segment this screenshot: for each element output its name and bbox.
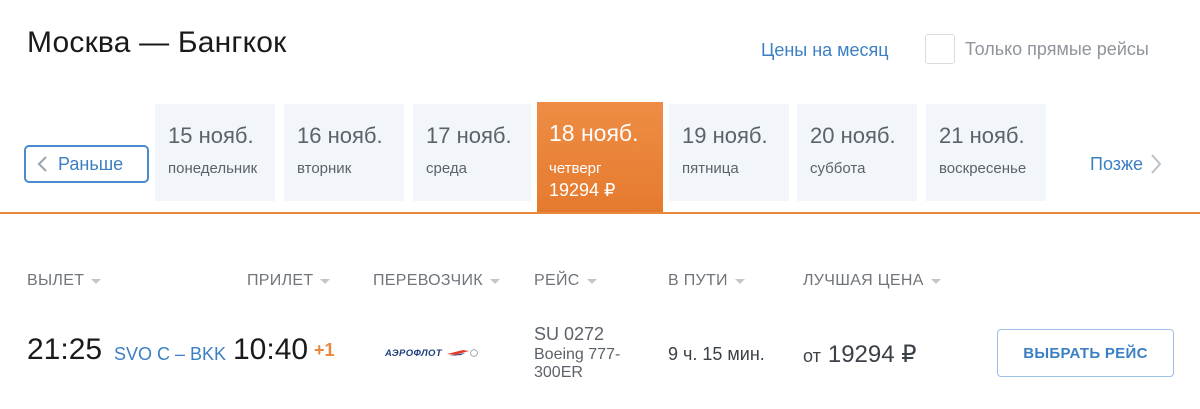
aeroflot-logo: АЭРОФЛОТ <box>385 348 478 359</box>
day-date: 15 нояб. <box>168 123 254 148</box>
aircraft-type: Boeing 777-300ER <box>534 346 621 381</box>
caret-down-icon <box>930 279 941 284</box>
day-weekday: среда <box>426 160 467 177</box>
earlier-button[interactable]: Раньше <box>24 145 149 183</box>
day-card-18-selected[interactable]: 18 нояб. четверг 19294 ₽ <box>537 102 663 213</box>
caret-down-icon <box>91 279 102 284</box>
later-button[interactable]: Позже <box>1090 152 1165 176</box>
caret-down-icon <box>489 279 500 284</box>
day-card-16[interactable]: 16 нояб. вторник <box>284 104 404 201</box>
caret-down-icon <box>734 279 745 284</box>
price-prefix: от <box>803 346 821 366</box>
flight-duration: 9 ч. 15 мин. <box>668 344 765 364</box>
later-label: Позже <box>1090 153 1144 174</box>
earlier-label: Раньше <box>58 153 124 174</box>
day-price: 19294 ₽ <box>549 180 616 200</box>
day-card-19[interactable]: 19 нояб. пятница <box>669 104 789 201</box>
day-weekday: понедельник <box>168 160 258 177</box>
best-price: от 19294 ₽ <box>803 340 917 369</box>
route-title: Москва — Бангкок <box>27 26 287 59</box>
price-amount: 19294 ₽ <box>827 341 917 368</box>
month-prices-link[interactable]: Цены на месяц <box>761 40 889 61</box>
sort-flight-label: РЕЙС <box>534 272 580 289</box>
sort-departure-label: ВЫЛЕТ <box>27 272 85 289</box>
caret-down-icon <box>586 279 597 284</box>
flight-number: SU 0272 <box>534 324 605 344</box>
sort-departure[interactable]: ВЫЛЕТ <box>27 272 102 290</box>
sort-best-price-label: ЛУЧШАЯ ЦЕНА <box>803 272 924 289</box>
day-weekday: воскресенье <box>939 160 1027 177</box>
sort-arrival[interactable]: ПРИЛЕТ <box>247 272 331 290</box>
sort-flight[interactable]: РЕЙС <box>534 272 597 290</box>
chevron-right-icon <box>1151 154 1162 174</box>
day-date: 21 нояб. <box>939 123 1025 148</box>
sort-duration[interactable]: В ПУТИ <box>668 272 745 290</box>
sort-duration-label: В ПУТИ <box>668 272 728 289</box>
day-date: 20 нояб. <box>810 123 896 148</box>
route-codes[interactable]: SVO C – BKK <box>114 344 226 365</box>
day-weekday: суббота <box>810 160 866 177</box>
day-card-21[interactable]: 21 нояб. воскресенье <box>926 104 1046 201</box>
day-shift-badge: +1 <box>314 340 335 360</box>
day-card-20[interactable]: 20 нояб. суббота <box>797 104 917 201</box>
chevron-left-icon <box>37 156 47 172</box>
direct-only-filter[interactable]: Только прямые рейсы <box>925 34 1149 64</box>
day-weekday: вторник <box>297 160 352 177</box>
caret-down-icon <box>320 279 331 284</box>
select-flight-button[interactable]: ВЫБРАТЬ РЕЙС <box>997 329 1174 377</box>
date-nav-divider <box>0 212 1200 214</box>
day-card-17[interactable]: 17 нояб. среда <box>413 104 531 201</box>
day-date: 16 нояб. <box>297 123 383 148</box>
direct-only-checkbox[interactable] <box>925 34 955 64</box>
sort-best-price[interactable]: ЛУЧШАЯ ЦЕНА <box>803 272 941 290</box>
sort-carrier[interactable]: ПЕРЕВОЗЧИК <box>373 272 500 290</box>
departure-time: 21:25 <box>27 333 103 366</box>
day-card-15[interactable]: 15 нояб. понедельник <box>155 104 275 201</box>
day-weekday: пятница <box>682 160 739 177</box>
day-date: 17 нояб. <box>426 123 512 148</box>
direct-only-label: Только прямые рейсы <box>965 38 1149 59</box>
day-date: 19 нояб. <box>682 123 768 148</box>
arrival-time: 10:40 <box>233 333 309 366</box>
day-date: 18 нояб. <box>549 120 639 146</box>
sort-arrival-label: ПРИЛЕТ <box>247 272 314 289</box>
sort-carrier-label: ПЕРЕВОЗЧИК <box>373 272 483 289</box>
day-weekday: четверг <box>549 160 602 177</box>
aeroflot-logo-text: АЭРОФЛОТ <box>385 348 443 359</box>
